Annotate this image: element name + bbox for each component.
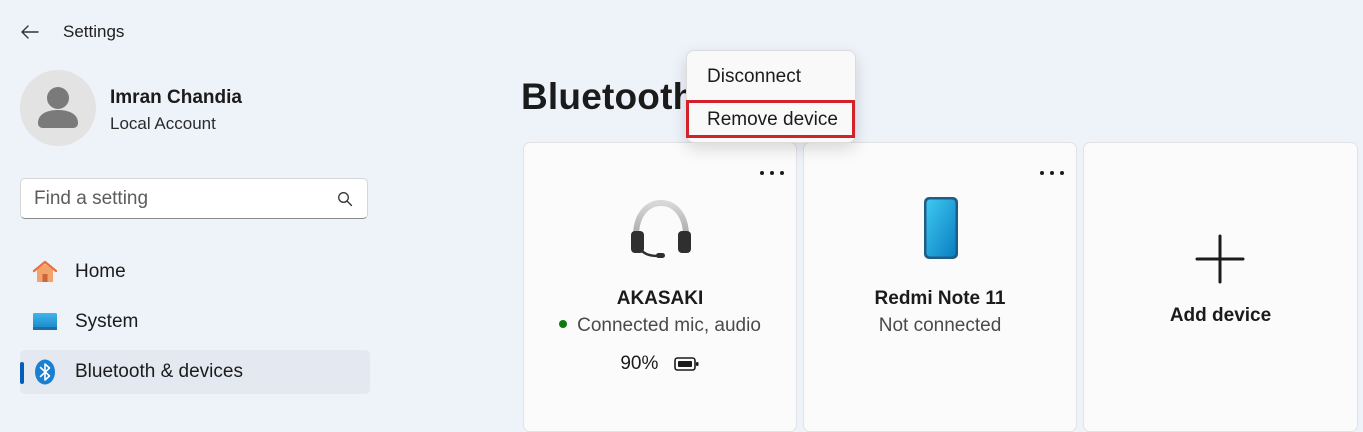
connected-status-icon (559, 319, 568, 328)
search-box[interactable] (20, 178, 368, 219)
device-status: Connected mic, audio (524, 315, 796, 337)
device-card-akasaki[interactable]: AKASAKI Connected mic, audio 90% (523, 142, 797, 432)
nav-item-system[interactable]: System (20, 300, 370, 344)
device-name: Redmi Note 11 (874, 288, 1006, 309)
add-device-card[interactable]: Add device (1083, 142, 1358, 432)
device-name: AKASAKI (616, 288, 704, 309)
user-icon (38, 87, 78, 128)
nav-item-bluetooth-devices[interactable]: Bluetooth & devices (20, 350, 370, 394)
account-type: Local Account (110, 114, 216, 133)
user-name: Imran Chandia (110, 87, 242, 108)
nav-item-label: Bluetooth & devices (75, 361, 243, 382)
page-title: Bluetooth (521, 76, 696, 117)
add-device-label: Add device (1169, 305, 1272, 326)
app-title: Settings (63, 22, 125, 41)
phone-icon (924, 197, 958, 259)
bluetooth-icon (32, 359, 58, 385)
system-icon (32, 309, 58, 335)
headset-icon (631, 199, 691, 258)
battery-status: 90% (524, 353, 796, 375)
highlight-box (686, 100, 855, 138)
nav-item-label: System (75, 311, 139, 332)
more-options-button[interactable] (760, 167, 784, 179)
nav-item-home[interactable]: Home (20, 250, 370, 294)
nav-item-label: Home (75, 261, 126, 282)
home-icon (32, 259, 58, 285)
search-input[interactable] (34, 187, 324, 211)
search-icon[interactable] (337, 191, 353, 207)
battery-icon (673, 357, 699, 371)
device-status: Not connected (878, 315, 1002, 336)
menu-item-disconnect[interactable]: Disconnect (707, 66, 801, 88)
more-options-button[interactable] (1040, 167, 1064, 179)
battery-level: 90% (620, 353, 659, 374)
plus-icon (1195, 234, 1245, 284)
selection-indicator (20, 362, 24, 384)
back-arrow-icon (21, 25, 39, 39)
avatar[interactable] (20, 70, 96, 146)
device-card-redmi-note-11[interactable]: Redmi Note 11 Not connected (803, 142, 1077, 432)
back-button[interactable] (14, 18, 46, 46)
